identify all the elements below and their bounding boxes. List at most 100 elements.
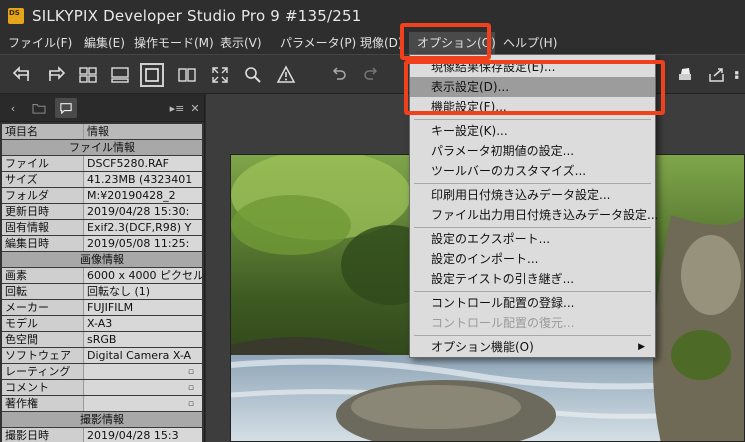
edit-indicator-icon: ▫	[187, 383, 194, 393]
table-row[interactable]: 更新日時 2019/04/28 15:30:	[2, 204, 202, 220]
row-key: ファイル	[2, 156, 84, 171]
menu-item-inherit-taste-settings[interactable]: 設定テイストの引き継ぎ...	[410, 269, 655, 289]
table-row[interactable]: ファイル DSCF5280.RAF	[2, 156, 202, 172]
row-key: 画素	[2, 268, 84, 283]
section-file-info: ファイル情報	[2, 140, 202, 156]
row-value: M:¥20190428_2	[84, 188, 202, 203]
menu-separator	[414, 335, 651, 336]
submenu-arrow-icon: ▶	[638, 342, 645, 352]
highlight-box-options-menu	[400, 23, 491, 60]
table-row[interactable]: モデル X-A3	[2, 316, 202, 332]
row-value: 2019/04/28 15:30:	[84, 204, 202, 219]
highlight-box-display-settings	[404, 60, 665, 115]
row-value: 6000 x 4000 ピクセル	[84, 268, 202, 283]
menu-item-export-settings[interactable]: 設定のエクスポート...	[410, 229, 655, 249]
row-key: モデル	[2, 316, 84, 331]
row-value: Digital Camera X-A	[84, 348, 202, 363]
table-row[interactable]: 固有情報 Exif2.3(DCF,R98) Y	[2, 220, 202, 236]
table-row[interactable]: フォルダ M:¥20190428_2	[2, 188, 202, 204]
section-shooting-info: 撮影情報	[2, 412, 202, 428]
menu-item-key-settings[interactable]: キー設定(K)...	[410, 121, 655, 141]
column-header-item: 項目名	[2, 124, 84, 139]
menu-operation-mode[interactable]: 操作モード(M)	[126, 32, 214, 54]
menu-edit[interactable]: 編集(E)	[76, 32, 126, 54]
row-key: ソフトウェア	[2, 348, 84, 363]
menu-bar: ファイル(F) 編集(E) 操作モード(M) 表示(V) パラメータ(P) 現像…	[0, 32, 745, 54]
info-table: 項目名 情報 ファイル情報 ファイル DSCF5280.RAF サイズ 41.23MB…	[2, 124, 202, 442]
previous-image-icon[interactable]	[10, 63, 34, 87]
menu-parameter[interactable]: パラメータ(P)	[272, 32, 356, 54]
row-key: 回転	[2, 284, 84, 299]
row-value: X-A3	[84, 316, 202, 331]
section-image-info: 画像情報	[2, 252, 202, 268]
table-row[interactable]: 編集日時 2019/05/08 11:25:	[2, 236, 202, 252]
table-row[interactable]: サイズ 41.23MB (4323401	[2, 172, 202, 188]
menu-item-toolbar-customize[interactable]: ツールバーのカスタマイズ...	[410, 161, 655, 181]
window-title: SILKYPIX Developer Studio Pro 9 #135/251	[32, 7, 362, 25]
row-value: 2019/05/08 11:25:	[84, 236, 202, 251]
menu-item-file-output-date-imprint[interactable]: ファイル出力用日付焼き込みデータ設定...	[410, 205, 658, 225]
app-logo-text: DS	[9, 9, 20, 17]
table-row[interactable]: 回転 回転なし (1)	[2, 284, 202, 300]
row-key: コメント	[2, 380, 84, 395]
row-key: 撮影日時	[2, 428, 84, 442]
row-key: 編集日時	[2, 236, 84, 251]
menu-separator	[414, 227, 651, 228]
app-window: DS SILKYPIX Developer Studio Pro 9 #135/…	[0, 0, 745, 442]
export-icon[interactable]	[705, 63, 729, 87]
menu-item-print-date-imprint[interactable]: 印刷用日付焼き込みデータ設定...	[410, 185, 655, 205]
menu-item-parameter-defaults[interactable]: パラメータ初期値の設定...	[410, 141, 655, 161]
fullscreen-icon[interactable]	[208, 63, 232, 87]
table-row[interactable]: コメント ▫	[2, 380, 202, 396]
menu-item-save-control-layout[interactable]: コントロール配置の登録...	[410, 293, 655, 313]
table-row[interactable]: レーティング ▫	[2, 364, 202, 380]
info-panel: ‹ ▸≡ ✕ 項目名 情報 ファイル情報 ファイル DSCF5280.RAF サイズ…	[0, 94, 205, 442]
row-value: sRGB	[84, 332, 202, 347]
next-image-icon[interactable]	[44, 63, 68, 87]
row-value: 2019/04/28 15:3	[84, 428, 202, 442]
row-key: レーティング	[2, 364, 84, 379]
table-row[interactable]: ソフトウェア Digital Camera X-A	[2, 348, 202, 364]
column-header-info: 情報	[84, 124, 202, 139]
info-tab-icon[interactable]	[55, 98, 77, 118]
edit-indicator-icon: ▫	[187, 399, 194, 409]
table-row[interactable]: 著作権 ▫	[2, 396, 202, 412]
panel-scroll-left-icon[interactable]: ‹	[2, 98, 24, 118]
row-key: 著作権	[2, 396, 84, 411]
menu-view[interactable]: 表示(V)	[212, 32, 272, 54]
row-value: DSCF5280.RAF	[84, 156, 202, 171]
table-row[interactable]: 撮影日時 2019/04/28 15:3	[2, 428, 202, 442]
row-key: 更新日時	[2, 204, 84, 219]
redo-icon[interactable]	[359, 63, 383, 87]
menu-help[interactable]: ヘルプ(H)	[495, 32, 565, 54]
menu-separator	[414, 119, 651, 120]
grid-icon[interactable]	[734, 63, 745, 87]
thumbnail-view-icon[interactable]	[76, 63, 100, 87]
table-row[interactable]: メーカー FUJIFILM	[2, 300, 202, 316]
warning-icon[interactable]	[274, 63, 298, 87]
table-header: 項目名 情報	[2, 124, 202, 140]
app-logo-icon: DS	[8, 8, 24, 24]
table-row[interactable]: 色空間 sRGB	[2, 332, 202, 348]
row-value	[84, 364, 202, 379]
zoom-icon[interactable]	[241, 63, 265, 87]
compare-view-icon[interactable]	[175, 63, 199, 87]
print-icon[interactable]	[673, 63, 697, 87]
title-bar: DS SILKYPIX Developer Studio Pro 9 #135/…	[0, 0, 745, 32]
preview-thumbnail-view-icon[interactable]	[108, 63, 132, 87]
menu-item-import-settings[interactable]: 設定のインポート...	[410, 249, 655, 269]
table-row[interactable]: 画素 6000 x 4000 ピクセル	[2, 268, 202, 284]
row-value: Exif2.3(DCF,R98) Y	[84, 220, 202, 235]
row-key: 固有情報	[2, 220, 84, 235]
folder-tab-icon[interactable]	[28, 98, 50, 118]
row-value	[84, 396, 202, 411]
row-value	[84, 380, 202, 395]
row-key: サイズ	[2, 172, 84, 187]
preview-view-icon[interactable]	[140, 63, 164, 87]
undo-icon[interactable]	[327, 63, 351, 87]
menu-file[interactable]: ファイル(F)	[0, 32, 76, 54]
menu-item-optional-features[interactable]: オプション機能(O) ▶	[410, 337, 655, 357]
row-key: フォルダ	[2, 188, 84, 203]
menu-separator	[414, 291, 651, 292]
panel-close-icon[interactable]: ✕	[184, 98, 206, 118]
